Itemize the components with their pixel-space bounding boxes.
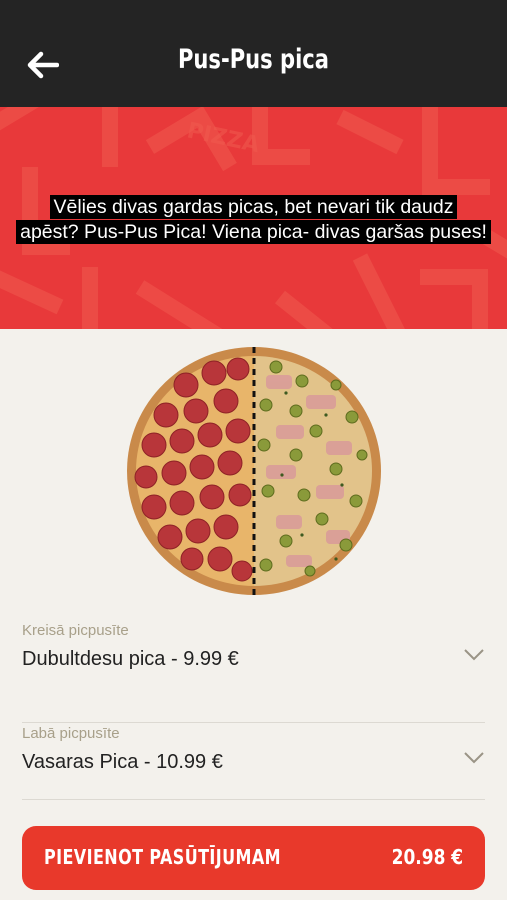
left-half-selector[interactable]: Kreisā picpusīte Dubultdesu pica - 9.99 … (22, 622, 485, 723)
right-half-selector[interactable]: Labā picpusīte Vasaras Pica - 10.99 € (22, 725, 485, 800)
half-half-pizza-image (126, 345, 382, 597)
right-half-value: Vasaras Pica - 10.99 € (22, 751, 223, 773)
banner-text: Vēlies divas gardas picas, bet nevari ti… (0, 195, 507, 245)
banner-text-line2: apēst? Pus-Pus Pica! Viena pica- divas g… (16, 220, 491, 244)
top-bar: Pus-Pus pica (0, 0, 507, 107)
promo-banner: PIZZA Vēlies divas gardas picas, bet nev… (0, 107, 507, 329)
chevron-down-icon (464, 649, 484, 661)
add-to-order-button[interactable]: PIEVIENOT PASŪTĪJUMAM 20.98 € (22, 826, 485, 890)
left-half-label: Kreisā picpusīte (22, 622, 129, 639)
pizza-icon (127, 347, 381, 595)
add-to-order-label: PIEVIENOT PASŪTĪJUMAM (44, 845, 281, 869)
banner-text-line1: Vēlies divas gardas picas, bet nevari ti… (49, 195, 458, 219)
left-half-value: Dubultdesu pica - 9.99 € (22, 648, 239, 670)
total-price: 20.98 € (391, 845, 463, 869)
chevron-down-icon (464, 752, 484, 764)
arrow-left-icon (27, 51, 59, 79)
page-title: Pus-Pus pica (177, 44, 329, 75)
right-half-label: Labā picpusīte (22, 725, 120, 742)
